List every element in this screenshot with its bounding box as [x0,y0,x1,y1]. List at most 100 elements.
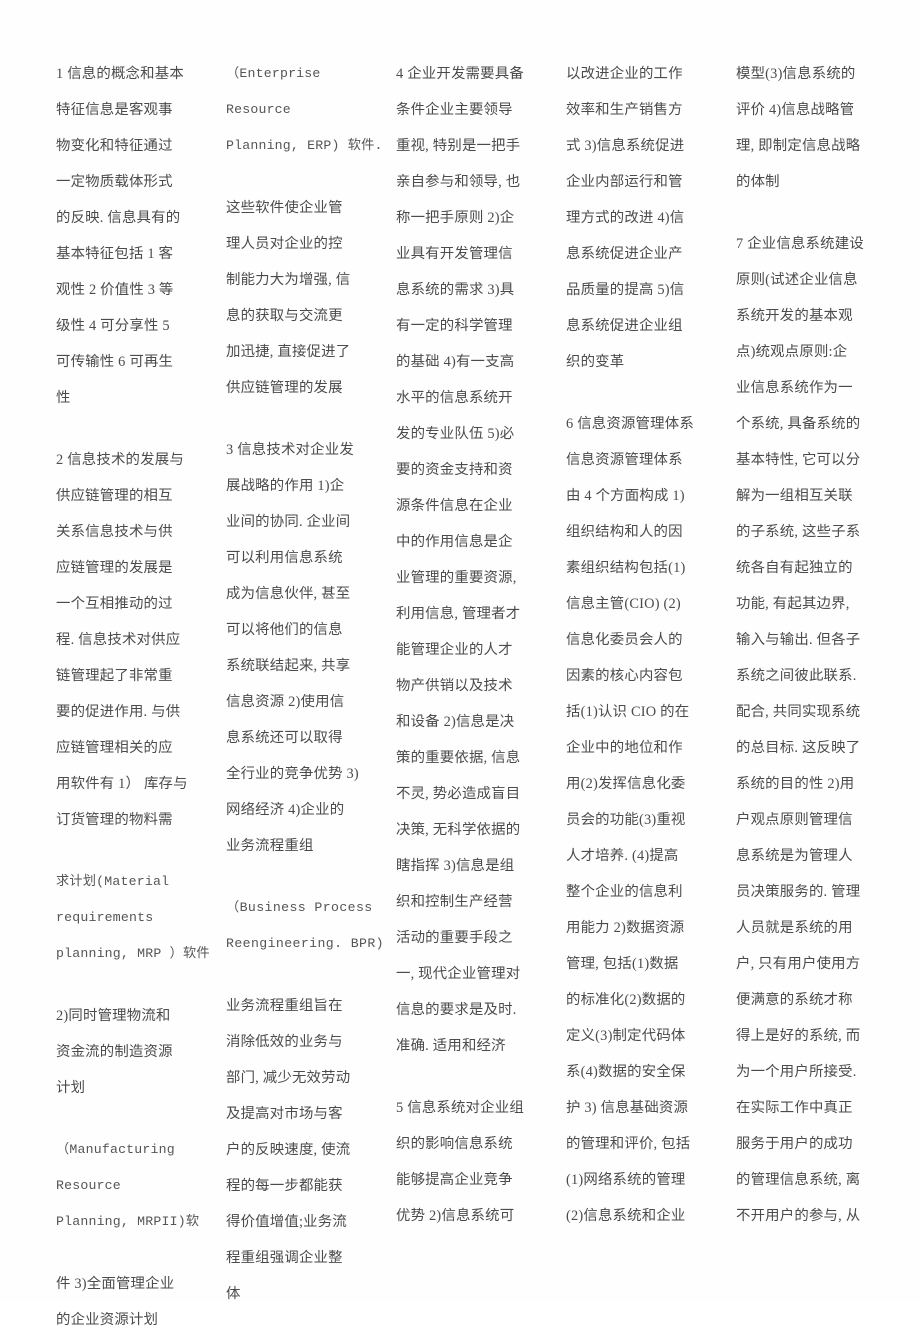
text-line: 理人员对企业的控 [226,236,343,252]
text-line: 瞎指挥 3)信息是组 [396,858,515,874]
text-line: 供应链管理的相互 [56,488,173,504]
paragraph-p16: 模型(3)信息系统的 评价 4)信息战略管 理, 即制定信息战略 的体制 [736,56,880,200]
text-line: 决策, 无科学依据的 [396,822,521,838]
text-line: 息系统还可以取得 [226,730,343,746]
text-line: 得上是好的系统, 而 [736,1028,861,1044]
text-line: 部门, 减少无效劳动 [226,1070,351,1086]
text-line: 业管理的重要资源, [396,570,517,586]
paragraph-p2: 2 信息技术的发展与 供应链管理的相互 关系信息技术与供 应链管理的发展是 一个互相推动… [56,442,200,838]
text-line: 织的影响信息系统 [396,1136,513,1152]
text-line: 利用信息, 管理者才 [396,606,521,622]
text-line: 理方式的改进 4)信 [566,210,685,226]
text-line: 企业中的地位和作 [566,740,683,756]
text-line: 管理, 包括(1)数据 [566,956,679,972]
text-line: 户, 只有用户使用方 [736,956,861,972]
text-line: 特征信息是客观事 [56,102,173,118]
text-line: 7 企业信息系统建设 [736,236,864,252]
text-line: 业具有开发管理信 [396,246,513,262]
text-line: Planning, MRPII)软 [56,1214,200,1229]
text-line: 模型(3)信息系统的 [736,66,856,82]
text-line: 信息主管(CIO) (2) [566,596,681,612]
text-line: 括(1)认识 CIO 的在 [566,704,690,720]
text-line: 人员就是系统的用 [736,920,853,936]
text-line: 业信息系统作为一 [736,380,853,396]
text-line: 5 信息系统对企业组 [396,1100,524,1116]
text-line: 个系统, 具备系统的 [736,416,861,432]
text-line: 重视, 特别是一把手 [396,138,521,154]
text-line: 理, 即制定信息战略 [736,138,861,154]
text-line: 资金流的制造资源 [56,1044,173,1060]
text-line: 统各自有起独立的 [736,560,853,576]
text-line: 的企业资源计划 [56,1312,159,1328]
text-line: planning, MRP ）软件 [56,946,210,961]
text-line: 全行业的竞争优势 3) [226,766,359,782]
text-line: 在实际工作中真正 [736,1100,853,1116]
text-line: 供应链管理的发展 [226,380,343,396]
text-line: 和设备 2)信息是决 [396,714,515,730]
text-column-5: 模型(3)信息系统的 评价 4)信息战略管 理, 即制定信息战略 的体制 7 企业信息系… [736,56,880,1234]
text-line: 称一把手原则 2)企 [396,210,515,226]
text-line: 系统的目的性 2)用 [736,776,855,792]
text-line: 企业内部运行和管 [566,174,683,190]
text-line: 级性 4 可分享性 5 [56,318,170,334]
text-line: 效率和生产销售方 [566,102,683,118]
text-line: 用(2)发挥信息化委 [566,776,686,792]
text-line: 织的变革 [566,354,625,370]
text-line: 素组织结构包括(1) [566,560,686,576]
text-line: 由 4 个方面构成 1) [566,488,685,504]
text-line: 不开用户的参与, 从 [736,1208,861,1224]
text-line: 信息化委员会人的 [566,632,683,648]
paragraph-p6: 件 3)全面管理企业 的企业资源计划 [56,1266,200,1338]
paragraph-p9: 3 信息技术对企业发 展战略的作用 1)企 业间的协同. 企业间 可以利用信息系统 成为… [226,432,370,864]
text-line: 的子系统, 这些子系 [736,524,861,540]
text-line: 活动的重要手段之 [396,930,513,946]
paragraph-p12: 4 企业开发需要具备 条件企业主要领导 重视, 特别是一把手 亲自参与和领导, 也称一… [396,56,540,1064]
text-line: 展战略的作用 1)企 [226,478,345,494]
paragraph-p4: 2)同时管理物流和 资金流的制造资源 计划 [56,998,200,1106]
text-line: 基本特性, 它可以分 [736,452,861,468]
text-line: 息系统是为管理人 [736,848,853,864]
text-column-3: 4 企业开发需要具备 条件企业主要领导 重视, 特别是一把手 亲自参与和领导, 也称一… [396,56,540,1234]
text-line: 护 3) 信息基础资源 [566,1100,689,1116]
text-line: 制能力大为增强, 信 [226,272,351,288]
text-line: 可传输性 6 可再生 [56,354,174,370]
text-line: 输入与输出. 但各子 [736,632,861,648]
text-line: 息系统的需求 3)具 [396,282,515,298]
text-line: 要的资金支持和资 [396,462,513,478]
paragraph-p15: 6 信息资源管理体系 信息资源管理体系由 4 个方面构成 1) 组织结构和人的因 素组… [566,406,710,1234]
text-column-1: 1 信息的概念和基本 特征信息是客观事 物变化和特征通过 一定物质载体形式 的反映. 信… [56,56,210,1338]
text-line: 要的促进作用. 与供 [56,704,181,720]
text-line: 的基础 4)有一支高 [396,354,515,370]
text-line: requirements [56,910,154,925]
text-line: 的总目标. 这反映了 [736,740,861,756]
text-line: 点)统观点原则:企 [736,344,848,360]
text-line: 条件企业主要领导 [396,102,513,118]
paragraph-p14: 以改进企业的工作 效率和生产销售方式 3)信息系统促进 企业内部运行和管 理方式的改进… [566,56,710,380]
text-line: 程的每一步都能获 [226,1178,343,1194]
text-line: 户观点原则管理信 [736,812,853,828]
text-line: 基本特征包括 1 客 [56,246,174,262]
text-line: 水平的信息系统开 [396,390,513,406]
text-line: 一个互相推动的过 [56,596,173,612]
text-line: 链管理起了非常重 [56,668,173,684]
paragraph-p11: 业务流程重组旨在 消除低效的业务与 部门, 减少无效劳动 及提高对市场与客 户的反映速度… [226,988,370,1312]
text-line: 订货管理的物料需 [56,812,173,828]
text-line: 2)同时管理物流和 [56,1008,171,1024]
text-line: 织和控制生产经营 [396,894,513,910]
text-line: 系(4)数据的安全保 [566,1064,686,1080]
text-line: 评价 4)信息战略管 [736,102,855,118]
text-line: 户的反映速度, 使流 [226,1142,351,1158]
text-line: 系统开发的基本观 [736,308,853,324]
text-line: 有一定的科学管理 [396,318,513,334]
text-line: 成为信息伙伴, 甚至 [226,586,351,602]
text-line: 准确. 适用和经济 [396,1038,506,1054]
text-line: Resource [56,1178,121,1193]
text-line: 能够提高企业竞争 [396,1172,513,1188]
text-line: 服务于用户的成功 [736,1136,853,1152]
text-line: 功能, 有起其边界, [736,596,850,612]
text-line: Resource [226,102,291,117]
text-line: 业间的协同. 企业间 [226,514,351,530]
text-line: (2)信息系统和企业 [566,1208,686,1224]
text-line: 可以将他们的信息 [226,622,343,638]
text-line: 原则(试述企业信息 [736,272,858,288]
